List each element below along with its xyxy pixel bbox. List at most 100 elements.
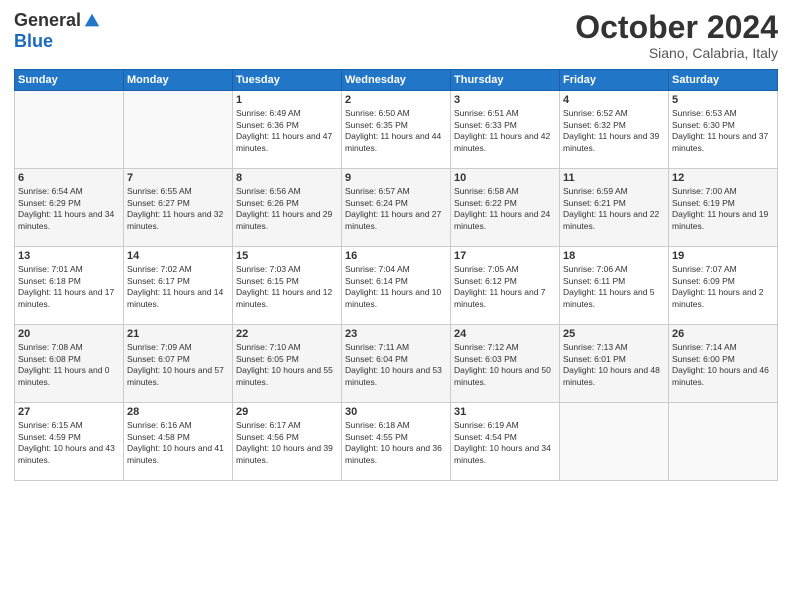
day-cell: 28 Sunrise: 6:16 AMSunset: 4:58 PMDayligh…: [124, 403, 233, 481]
day-cell: 8 Sunrise: 6:56 AMSunset: 6:26 PMDaylight…: [233, 169, 342, 247]
day-info: Sunrise: 7:06 AMSunset: 6:11 PMDaylight:…: [563, 264, 665, 310]
header-tuesday: Tuesday: [233, 70, 342, 91]
day-number: 21: [127, 328, 229, 340]
title-block: October 2024 Siano, Calabria, Italy: [575, 10, 778, 61]
day-number: 2: [345, 94, 447, 106]
day-info: Sunrise: 7:08 AMSunset: 6:08 PMDaylight:…: [18, 342, 120, 388]
day-info: Sunrise: 6:55 AMSunset: 6:27 PMDaylight:…: [127, 186, 229, 232]
day-info: Sunrise: 7:12 AMSunset: 6:03 PMDaylight:…: [454, 342, 556, 388]
day-info: Sunrise: 6:53 AMSunset: 6:30 PMDaylight:…: [672, 108, 774, 154]
day-number: 27: [18, 406, 120, 418]
day-number: 24: [454, 328, 556, 340]
day-info: Sunrise: 6:54 AMSunset: 6:29 PMDaylight:…: [18, 186, 120, 232]
day-cell: 2 Sunrise: 6:50 AMSunset: 6:35 PMDaylight…: [342, 91, 451, 169]
day-number: 12: [672, 172, 774, 184]
week-row-2: 6 Sunrise: 6:54 AMSunset: 6:29 PMDaylight…: [15, 169, 778, 247]
day-cell: 10Sunrise: 6:58 AMSunset: 6:22 PMDayligh…: [451, 169, 560, 247]
day-info: Sunrise: 6:57 AMSunset: 6:24 PMDaylight:…: [345, 186, 447, 232]
day-number: 18: [563, 250, 665, 262]
day-cell: [560, 403, 669, 481]
logo-blue-text: Blue: [14, 31, 53, 51]
week-row-4: 20Sunrise: 7:08 AMSunset: 6:08 PMDayligh…: [15, 325, 778, 403]
day-number: 22: [236, 328, 338, 340]
day-cell: 5 Sunrise: 6:53 AMSunset: 6:30 PMDaylight…: [669, 91, 778, 169]
day-info: Sunrise: 7:11 AMSunset: 6:04 PMDaylight:…: [345, 342, 447, 388]
day-cell: 24 Sunrise: 7:12 AMSunset: 6:03 PMDayligh…: [451, 325, 560, 403]
day-cell: 12 Sunrise: 7:00 AMSunset: 6:19 PMDayligh…: [669, 169, 778, 247]
day-number: 8: [236, 172, 338, 184]
day-cell: 18 Sunrise: 7:06 AMSunset: 6:11 PMDayligh…: [560, 247, 669, 325]
day-info: Sunrise: 7:04 AMSunset: 6:14 PMDaylight:…: [345, 264, 447, 310]
day-info: Sunrise: 6:49 AMSunset: 6:36 PMDaylight:…: [236, 108, 338, 154]
day-info: Sunrise: 7:07 AMSunset: 6:09 PMDaylight:…: [672, 264, 774, 310]
logo-general-text: General: [14, 10, 81, 31]
week-row-5: 27 Sunrise: 6:15 AMSunset: 4:59 PMDayligh…: [15, 403, 778, 481]
day-number: 14: [127, 250, 229, 262]
day-cell: 16 Sunrise: 7:04 AMSunset: 6:14 PMDayligh…: [342, 247, 451, 325]
day-cell: [124, 91, 233, 169]
day-cell: [669, 403, 778, 481]
day-number: 10: [454, 172, 556, 184]
day-cell: 4 Sunrise: 6:52 AMSunset: 6:32 PMDaylight…: [560, 91, 669, 169]
day-info: Sunrise: 7:05 AMSunset: 6:12 PMDaylight:…: [454, 264, 556, 310]
day-cell: 30Sunrise: 6:18 AMSunset: 4:55 PMDayligh…: [342, 403, 451, 481]
day-info: Sunrise: 6:52 AMSunset: 6:32 PMDaylight:…: [563, 108, 665, 154]
day-cell: 22 Sunrise: 7:10 AMSunset: 6:05 PMDayligh…: [233, 325, 342, 403]
day-number: 6: [18, 172, 120, 184]
day-cell: 17 Sunrise: 7:05 AMSunset: 6:12 PMDayligh…: [451, 247, 560, 325]
day-info: Sunrise: 7:13 AMSunset: 6:01 PMDaylight:…: [563, 342, 665, 388]
day-cell: 29 Sunrise: 6:17 AMSunset: 4:56 PMDayligh…: [233, 403, 342, 481]
header-sunday: Sunday: [15, 70, 124, 91]
day-number: 3: [454, 94, 556, 106]
day-number: 28: [127, 406, 229, 418]
logo: General Blue: [14, 10, 101, 52]
header-thursday: Thursday: [451, 70, 560, 91]
day-number: 15: [236, 250, 338, 262]
day-info: Sunrise: 6:19 AMSunset: 4:54 PMDaylight:…: [454, 420, 556, 466]
day-cell: 31Sunrise: 6:19 AMSunset: 4:54 PMDayligh…: [451, 403, 560, 481]
day-cell: 26Sunrise: 7:14 AMSunset: 6:00 PMDayligh…: [669, 325, 778, 403]
day-info: Sunrise: 7:10 AMSunset: 6:05 PMDaylight:…: [236, 342, 338, 388]
day-cell: 11 Sunrise: 6:59 AMSunset: 6:21 PMDayligh…: [560, 169, 669, 247]
header-saturday: Saturday: [669, 70, 778, 91]
day-info: Sunrise: 6:17 AMSunset: 4:56 PMDaylight:…: [236, 420, 338, 466]
day-info: Sunrise: 7:03 AMSunset: 6:15 PMDaylight:…: [236, 264, 338, 310]
day-number: 4: [563, 94, 665, 106]
day-cell: 13Sunrise: 7:01 AMSunset: 6:18 PMDayligh…: [15, 247, 124, 325]
page-container: General Blue October 2024 Siano, Calabri…: [0, 0, 792, 612]
day-cell: 21Sunrise: 7:09 AMSunset: 6:07 PMDayligh…: [124, 325, 233, 403]
header-monday: Monday: [124, 70, 233, 91]
day-info: Sunrise: 6:18 AMSunset: 4:55 PMDaylight:…: [345, 420, 447, 466]
week-row-1: 1 Sunrise: 6:49 AMSunset: 6:36 PMDaylight…: [15, 91, 778, 169]
day-number: 23: [345, 328, 447, 340]
day-cell: [15, 91, 124, 169]
week-row-3: 13Sunrise: 7:01 AMSunset: 6:18 PMDayligh…: [15, 247, 778, 325]
day-number: 5: [672, 94, 774, 106]
day-number: 1: [236, 94, 338, 106]
day-number: 29: [236, 406, 338, 418]
day-cell: 23 Sunrise: 7:11 AMSunset: 6:04 PMDayligh…: [342, 325, 451, 403]
header-friday: Friday: [560, 70, 669, 91]
day-info: Sunrise: 7:00 AMSunset: 6:19 PMDaylight:…: [672, 186, 774, 232]
calendar-table: SundayMondayTuesdayWednesdayThursdayFrid…: [14, 69, 778, 481]
day-cell: 1 Sunrise: 6:49 AMSunset: 6:36 PMDaylight…: [233, 91, 342, 169]
month-title: October 2024: [575, 10, 778, 45]
day-cell: 25 Sunrise: 7:13 AMSunset: 6:01 PMDayligh…: [560, 325, 669, 403]
day-info: Sunrise: 6:59 AMSunset: 6:21 PMDaylight:…: [563, 186, 665, 232]
day-info: Sunrise: 6:15 AMSunset: 4:59 PMDaylight:…: [18, 420, 120, 466]
day-number: 11: [563, 172, 665, 184]
day-info: Sunrise: 6:50 AMSunset: 6:35 PMDaylight:…: [345, 108, 447, 154]
day-info: Sunrise: 6:56 AMSunset: 6:26 PMDaylight:…: [236, 186, 338, 232]
day-number: 19: [672, 250, 774, 262]
header-row: SundayMondayTuesdayWednesdayThursdayFrid…: [15, 70, 778, 91]
day-number: 17: [454, 250, 556, 262]
logo-icon: [83, 12, 101, 30]
day-number: 25: [563, 328, 665, 340]
day-info: Sunrise: 6:16 AMSunset: 4:58 PMDaylight:…: [127, 420, 229, 466]
day-cell: 7Sunrise: 6:55 AMSunset: 6:27 PMDaylight…: [124, 169, 233, 247]
day-number: 16: [345, 250, 447, 262]
day-cell: 3Sunrise: 6:51 AMSunset: 6:33 PMDaylight…: [451, 91, 560, 169]
day-number: 13: [18, 250, 120, 262]
day-cell: 15 Sunrise: 7:03 AMSunset: 6:15 PMDayligh…: [233, 247, 342, 325]
day-cell: 19 Sunrise: 7:07 AMSunset: 6:09 PMDayligh…: [669, 247, 778, 325]
